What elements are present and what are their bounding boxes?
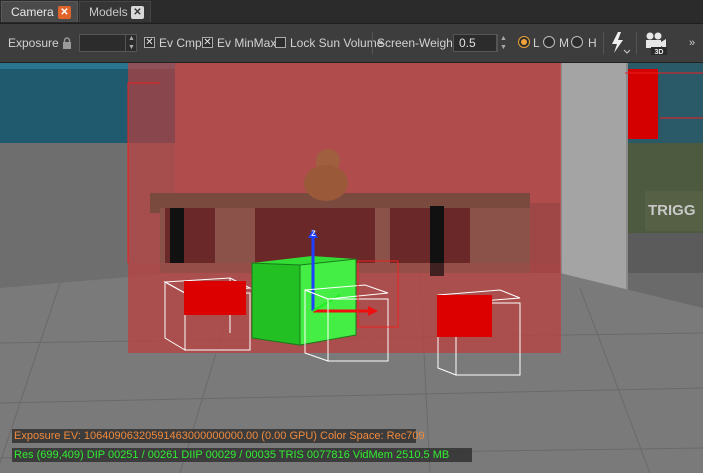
lod-low-label: L: [533, 36, 540, 50]
lightning-icon[interactable]: [608, 31, 631, 55]
toolbar-overflow-icon[interactable]: »: [689, 24, 695, 62]
lod-high-radio[interactable]: [571, 36, 583, 48]
scene-render: TRIGG z: [0, 63, 703, 473]
camera-toolbar: Exposure ▲ ▼ ✕ Ev Cmp ✕ Ev MinMax Lock Su…: [0, 24, 703, 63]
tab-models-label: Models: [89, 5, 128, 19]
gizmo-z-label: z: [311, 228, 316, 239]
screen-weight-stepper[interactable]: ▲ ▼: [497, 34, 509, 52]
close-icon[interactable]: ✕: [58, 5, 71, 19]
tab-models[interactable]: Models ✕: [79, 1, 151, 22]
lod-medium-radio[interactable]: [543, 36, 555, 48]
lod-medium-label: M: [559, 36, 569, 50]
3d-viewport[interactable]: TRIGG z Exposure EV: 1064090632059146300…: [0, 63, 703, 473]
lod-high-label: H: [588, 36, 597, 50]
exposure-stepper[interactable]: ▲ ▼: [125, 34, 137, 52]
exposure-stats: Exposure EV: 10640906320591463000000000.…: [12, 429, 425, 443]
ev-cmp-checkbox[interactable]: ✕: [144, 37, 155, 48]
camera-3d-label: 3D: [655, 49, 664, 56]
screen-weight-input[interactable]: 0.5: [453, 34, 497, 52]
close-icon[interactable]: ✕: [131, 5, 144, 19]
toolbar-divider: [372, 32, 373, 54]
render-stats: Res (699,409) DIP 00251 / 00261 DIIP 000…: [12, 448, 472, 462]
tab-bar: Camera ✕ Models ✕: [0, 0, 703, 24]
lock-icon[interactable]: [62, 37, 72, 49]
lod-low-radio[interactable]: [518, 36, 530, 48]
tab-camera[interactable]: Camera ✕: [1, 1, 78, 22]
camera-3d-icon[interactable]: 3D: [642, 30, 672, 56]
ev-cmp-label: Ev Cmp: [159, 36, 202, 50]
toolbar-divider: [636, 32, 637, 54]
ev-minmax-label: Ev MinMax: [217, 36, 277, 50]
exposure-label: Exposure: [8, 36, 59, 50]
tab-camera-label: Camera: [11, 5, 54, 19]
ev-minmax-checkbox[interactable]: ✕: [202, 37, 213, 48]
lock-sun-volume-checkbox[interactable]: [275, 37, 286, 48]
toolbar-divider: [603, 32, 604, 54]
trigger-sign-text: TRIGG: [648, 202, 696, 219]
lock-sun-volume-label: Lock Sun Volume: [290, 36, 384, 50]
screen-weight-label: Screen-Weight: [377, 36, 457, 50]
